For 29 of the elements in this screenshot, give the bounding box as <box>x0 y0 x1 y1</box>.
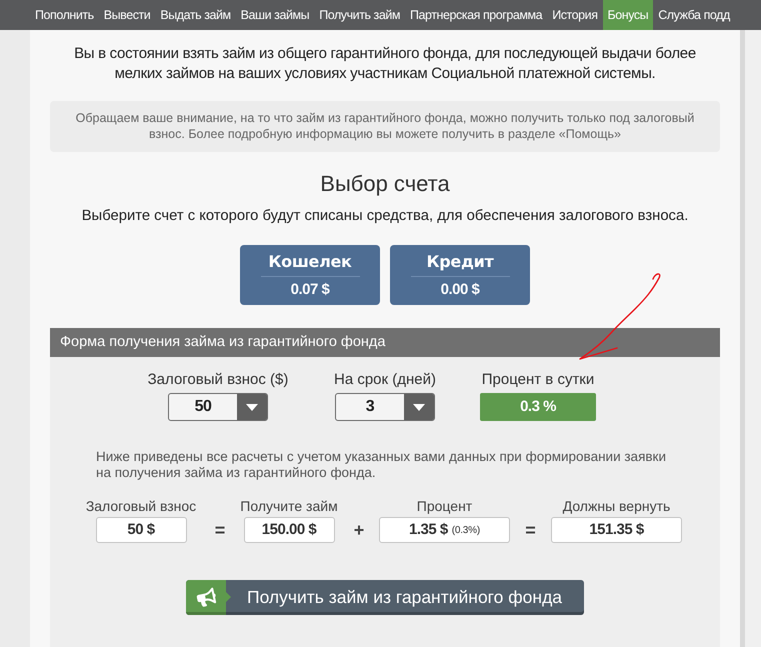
form-header: Форма получения займа из гарантийного фонда <box>50 328 720 357</box>
select-field[interactable]: 50 <box>168 393 268 421</box>
amount-field[interactable]: 50 $ <box>96 517 186 543</box>
intro-text: Вы в состоянии взять займ из общего гарантийного фонда, для последующей выдачи более мелких займов на ваших условиях участникам Социальной платежной системы. <box>73 44 697 84</box>
submit-button[interactable]: Получить займ из гарантийного фонда <box>186 580 584 615</box>
section-title: Выбор счета <box>320 170 450 198</box>
select-label: На срок (дней) <box>334 371 436 389</box>
field-label: Должны вернуть <box>562 497 670 515</box>
caret-icon <box>413 404 425 410</box>
operator-sign: = <box>525 520 536 540</box>
field-label: Процент <box>416 497 472 515</box>
amount-field[interactable]: 1.35 $ (0.3%) <box>379 517 510 543</box>
account-button[interactable]: Кредит 0.00 $ <box>390 245 530 305</box>
caret-icon <box>246 404 258 410</box>
operator-sign: + <box>354 520 364 540</box>
section-subtitle: Выберите счет с которого будут списаны средства, для обеспечения залогового взноса. <box>82 207 688 226</box>
field-label: Залоговый взнос <box>86 497 196 515</box>
amount-field[interactable]: 151.35 $ <box>551 517 682 543</box>
explanation-text: Ниже приведены все расчеты с учетом указанных вами данных при формировании заявки на получения займа из гарантийного фонда. <box>96 449 667 480</box>
field-label: Получите займ <box>240 497 338 515</box>
notice-box: Обращаем ваше внимание, на то что займ из гарантийного фонда, можно получить только под залоговый взнос. Более подробную информацию вы можете получить в разделе «Помощь» <box>50 101 720 152</box>
select-label: Залоговый взнос ($) <box>148 371 288 389</box>
amount-field[interactable]: 150.00 $ <box>244 517 334 543</box>
rate-label: Процент в сутки <box>482 371 594 389</box>
select-field[interactable]: 3 <box>335 393 435 421</box>
account-button[interactable]: Кошелек 0.07 $ <box>240 245 380 305</box>
megaphone-icon <box>186 580 231 615</box>
rate-value: 0.3 % <box>480 393 596 421</box>
operator-sign: = <box>214 520 226 540</box>
